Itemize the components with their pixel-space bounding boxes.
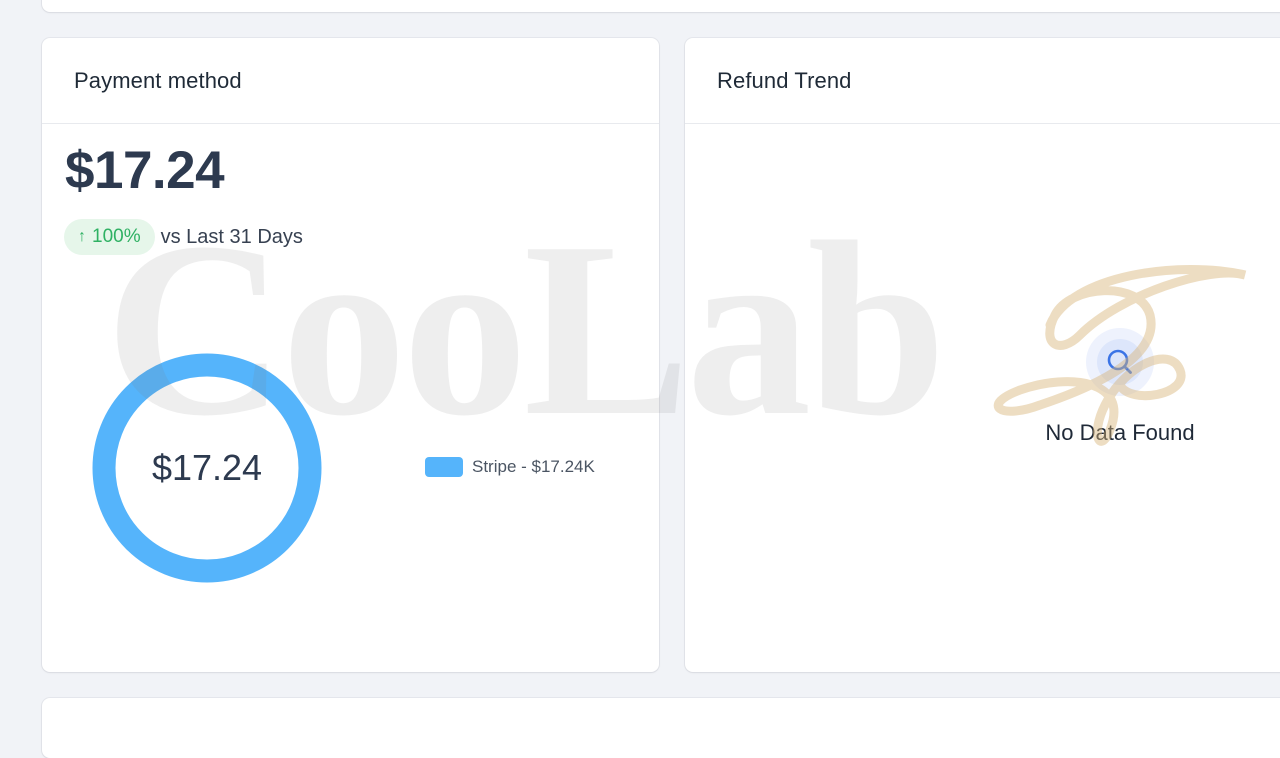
refund-card-header: Refund Trend (685, 38, 1280, 124)
search-icon-bubble (1086, 328, 1154, 396)
payment-card-title: Payment method (74, 67, 242, 93)
search-icon (1107, 349, 1132, 374)
top-card-edge (42, 0, 1280, 12)
refund-card-title: Refund Trend (717, 67, 852, 93)
donut-center-value: $17.24 (151, 447, 263, 488)
payment-total-amount: $17.24 (65, 141, 225, 200)
search-icon-inner (1097, 339, 1143, 385)
payment-donut-chart: $17.24 (92, 353, 322, 583)
no-data-text: No Data Found (1045, 420, 1195, 445)
change-row: ↑ 100% vs Last 31 Days (64, 219, 303, 255)
legend-label: Stripe - $17.24K (472, 457, 595, 476)
bottom-card-edge (42, 698, 1280, 758)
empty-state: No Data Found (995, 328, 1245, 446)
donut-legend-item-stripe[interactable]: Stripe - $17.24K (425, 457, 595, 477)
arrow-up-icon: ↑ (78, 228, 86, 245)
change-percent: 100% (92, 226, 141, 247)
legend-swatch (425, 457, 463, 477)
payment-method-card: Payment method $17.24 ↑ 100% vs Last 31 … (42, 38, 659, 672)
change-label: vs Last 31 Days (160, 225, 303, 248)
payment-card-header: Payment method (42, 38, 659, 124)
change-badge: ↑ 100% (64, 219, 155, 255)
refund-trend-card: Refund Trend No Data Found (685, 38, 1280, 672)
